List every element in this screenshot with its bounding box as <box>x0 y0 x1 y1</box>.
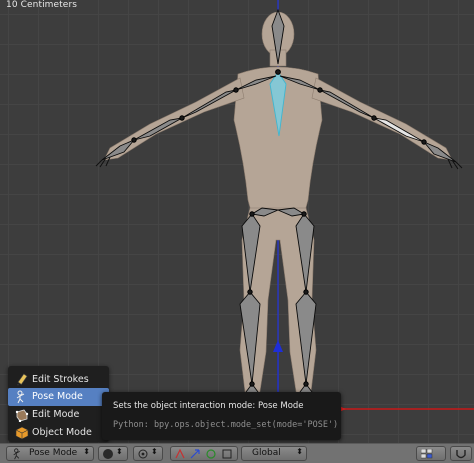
scale-icon <box>222 449 232 459</box>
translate-icon <box>190 449 200 459</box>
menu-item-label: Pose Mode <box>32 391 83 402</box>
menu-item-label: Edit Strokes <box>32 374 89 385</box>
tooltip-description: Sets the object interaction mode: Pose M… <box>113 401 304 411</box>
mode-menu: Edit Strokes Pose Mode Edit Mode Object … <box>8 366 109 442</box>
pose-icon <box>16 390 25 404</box>
dropdown-arrows-icon: ⬍ <box>83 447 90 456</box>
scale-label: 10 Centimeters <box>6 0 78 10</box>
pivot-icon <box>138 449 148 459</box>
menu-item-edit-mode[interactable]: Edit Mode <box>8 406 109 424</box>
rotate-icon <box>206 449 216 459</box>
upper-arm-l-bone <box>181 89 237 119</box>
menu-item-object-mode[interactable]: Object Mode <box>8 424 109 442</box>
upper-arm-r-bone <box>319 89 375 119</box>
manipulator-buttons[interactable] <box>170 446 238 461</box>
viewport-header: Pose Mode ⬍ ⬍ ⬍ Global ⬍ <box>0 443 474 463</box>
pivot-point-button[interactable]: ⬍ <box>133 446 163 461</box>
tooltip-description-text: Sets the object interaction mode: <box>113 401 256 411</box>
transform-orientation-dropdown[interactable]: Global ⬍ <box>241 446 307 461</box>
pencil-icon <box>17 373 28 386</box>
snap-button[interactable] <box>450 446 472 461</box>
dropdown-arrows-icon: ⬍ <box>116 447 123 456</box>
tooltip: Sets the object interaction mode: Pose M… <box>102 392 341 440</box>
orientation-label: Global <box>252 448 281 458</box>
menu-item-label: Edit Mode <box>32 409 80 420</box>
interaction-mode-dropdown[interactable]: Pose Mode ⬍ <box>6 446 94 461</box>
magnet-icon <box>456 450 466 459</box>
mode-dropdown-label: Pose Mode <box>29 448 78 458</box>
solid-shading-icon <box>103 449 113 459</box>
menu-item-edit-strokes[interactable]: Edit Strokes <box>8 371 109 389</box>
layers-icon <box>421 449 433 459</box>
z-axis-arrow <box>273 340 283 352</box>
dropdown-arrows-icon: ⬍ <box>296 447 303 456</box>
manipulator-icon <box>175 448 185 459</box>
menu-item-label: Object Mode <box>32 427 92 438</box>
menu-item-pose-mode[interactable]: Pose Mode <box>8 388 109 406</box>
object-cube-icon <box>15 426 29 440</box>
edit-mesh-icon <box>15 409 29 422</box>
layers-button[interactable] <box>416 446 446 461</box>
dropdown-arrows-icon: ⬍ <box>151 447 158 456</box>
viewport-shading-button[interactable]: ⬍ <box>98 446 128 461</box>
pose-icon <box>13 448 20 460</box>
tooltip-value: Pose Mode <box>257 401 304 411</box>
tooltip-python: Python: bpy.ops.object.mode_set(mode='PO… <box>113 420 339 430</box>
